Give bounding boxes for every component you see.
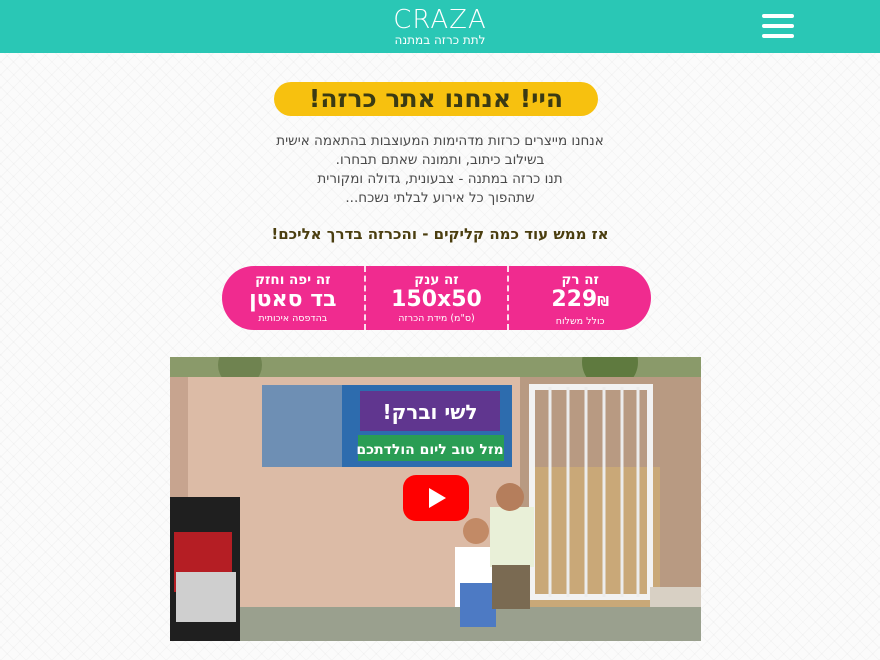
feature-size: זה ענק 150x50 (ס"מ) מידת הכרזה [366, 266, 510, 330]
feature-size-value: 150x50 [391, 287, 482, 312]
intro-line: תנו כרזה במתנה - צבעונית, גדולה ומקורית [317, 171, 563, 187]
intro-line: שתהפוך כל אירוע לבלתי נשכח... [345, 190, 535, 206]
site-header: CRAZA לתת כרזה במתנה [0, 0, 880, 53]
logo-title: CRAZA [393, 5, 487, 35]
feature-material-top: זה יפה וחזק [255, 272, 331, 288]
intro-line: בשילוב כיתוב, ותמונה שאתם תבחרו. [335, 152, 545, 168]
logo-subtitle: לתת כרזה במתנה [394, 33, 486, 47]
feature-size-note: (ס"מ) מידת הכרזה [398, 313, 475, 324]
site-logo[interactable]: CRAZA לתת כרזה במתנה [340, 6, 540, 47]
price-number: 229 [551, 287, 598, 312]
banner-line-2: מזל טוב ליום הולדתכם [356, 442, 503, 458]
video-embed[interactable]: לשי וברק! מזל טוב ליום הולדתכם [170, 357, 701, 641]
feature-price-note: כולל משלוח [555, 316, 605, 327]
intro-line: אנחנו מייצרים כרזות מדהימות המעוצבות בהת… [276, 133, 604, 149]
feature-material: זה יפה וחזק בד סאטן בהדפסה איכותית [222, 266, 366, 330]
feature-material-value: בד סאטן [249, 287, 337, 312]
cta-text: אז ממש עוד כמה קליקים - והכרזה בדרך אליכ… [271, 225, 609, 243]
feature-price-value: 229₪ [509, 288, 651, 315]
banner-line-1: לשי וברק! [382, 400, 477, 424]
feature-price: זה רק 229₪ כולל משלוח [509, 266, 651, 330]
feature-material-note: בהדפסה איכותית [258, 313, 328, 324]
youtube-play-icon[interactable] [403, 475, 469, 521]
features-pill: זה רק 229₪ כולל משלוח זה ענק 150x50 (ס"מ… [222, 266, 651, 330]
page-headline: היי! אנחנו אתר כרזה! [274, 82, 598, 116]
feature-size-top: זה ענק [414, 272, 459, 288]
currency-symbol: ₪ [597, 295, 610, 310]
hamburger-menu-icon[interactable] [762, 14, 794, 42]
intro-text: אנחנו מייצרים כרזות מדהימות המעוצבות בהת… [190, 132, 690, 208]
feature-price-top: זה רק [561, 272, 599, 288]
